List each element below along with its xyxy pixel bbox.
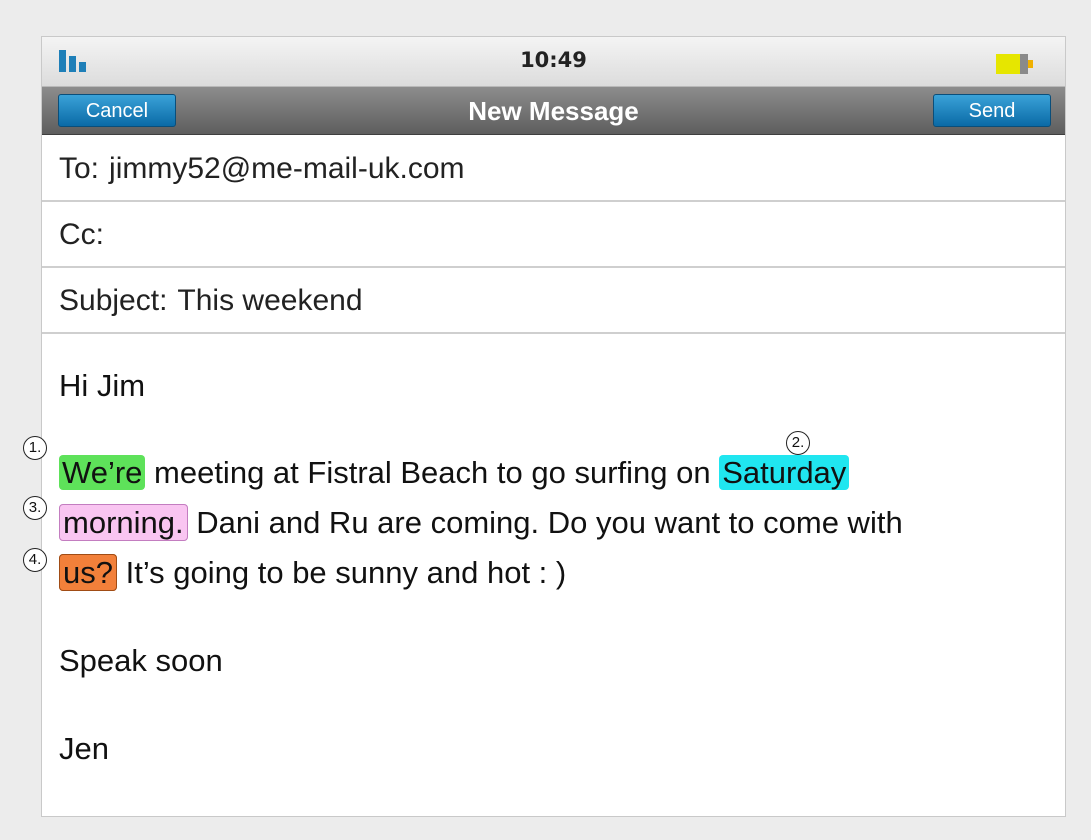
- to-value[interactable]: jimmy52@me-mail-uk.com: [109, 152, 465, 185]
- signature-text: Jen: [59, 731, 109, 766]
- navigation-bar: Cancel New Message Send: [42, 87, 1065, 135]
- highlight-us: us?: [59, 554, 117, 591]
- cc-label: Cc:: [59, 218, 104, 251]
- subject-field[interactable]: Subject: This weekend: [42, 268, 1065, 334]
- status-time: 10:49: [520, 48, 587, 72]
- message-line-1: We’re meeting at Fistral Beach to go sur…: [59, 455, 850, 491]
- line3-text: It’s going to be sunny and hot : ): [116, 555, 567, 590]
- cc-field[interactable]: Cc:: [42, 202, 1065, 268]
- to-label: To:: [59, 152, 100, 185]
- status-bar: 10:49: [42, 37, 1065, 87]
- subject-value[interactable]: This weekend: [177, 284, 362, 317]
- highlight-were: We’re: [59, 455, 146, 490]
- battery-icon: [996, 54, 1036, 74]
- closing-text: Speak soon: [59, 643, 223, 678]
- line1-text: meeting at Fistral Beach to go surfing o…: [145, 455, 720, 490]
- marker-2: 2.: [786, 431, 810, 455]
- message-line-2: morning. Dani and Ru are coming. Do you …: [59, 504, 903, 541]
- phone-screen: 10:49 Cancel New Message Send To: jimmy52…: [23, 36, 1066, 817]
- line2-text: Dani and Ru are coming. Do you want to c…: [187, 505, 903, 540]
- to-field[interactable]: To: jimmy52@me-mail-uk.com: [42, 136, 1065, 202]
- send-button[interactable]: Send: [933, 94, 1051, 127]
- greeting-text: Hi Jim: [59, 368, 146, 403]
- highlight-morning: morning.: [59, 504, 188, 541]
- subject-label: Subject:: [59, 284, 168, 317]
- marker-3: 3.: [23, 496, 47, 520]
- message-line-3: us? It’s going to be sunny and hot : ): [59, 554, 567, 591]
- marker-1: 1.: [23, 436, 47, 460]
- page-title: New Message: [468, 96, 639, 126]
- highlight-saturday: Saturday: [719, 455, 850, 490]
- marker-4: 4.: [23, 548, 47, 572]
